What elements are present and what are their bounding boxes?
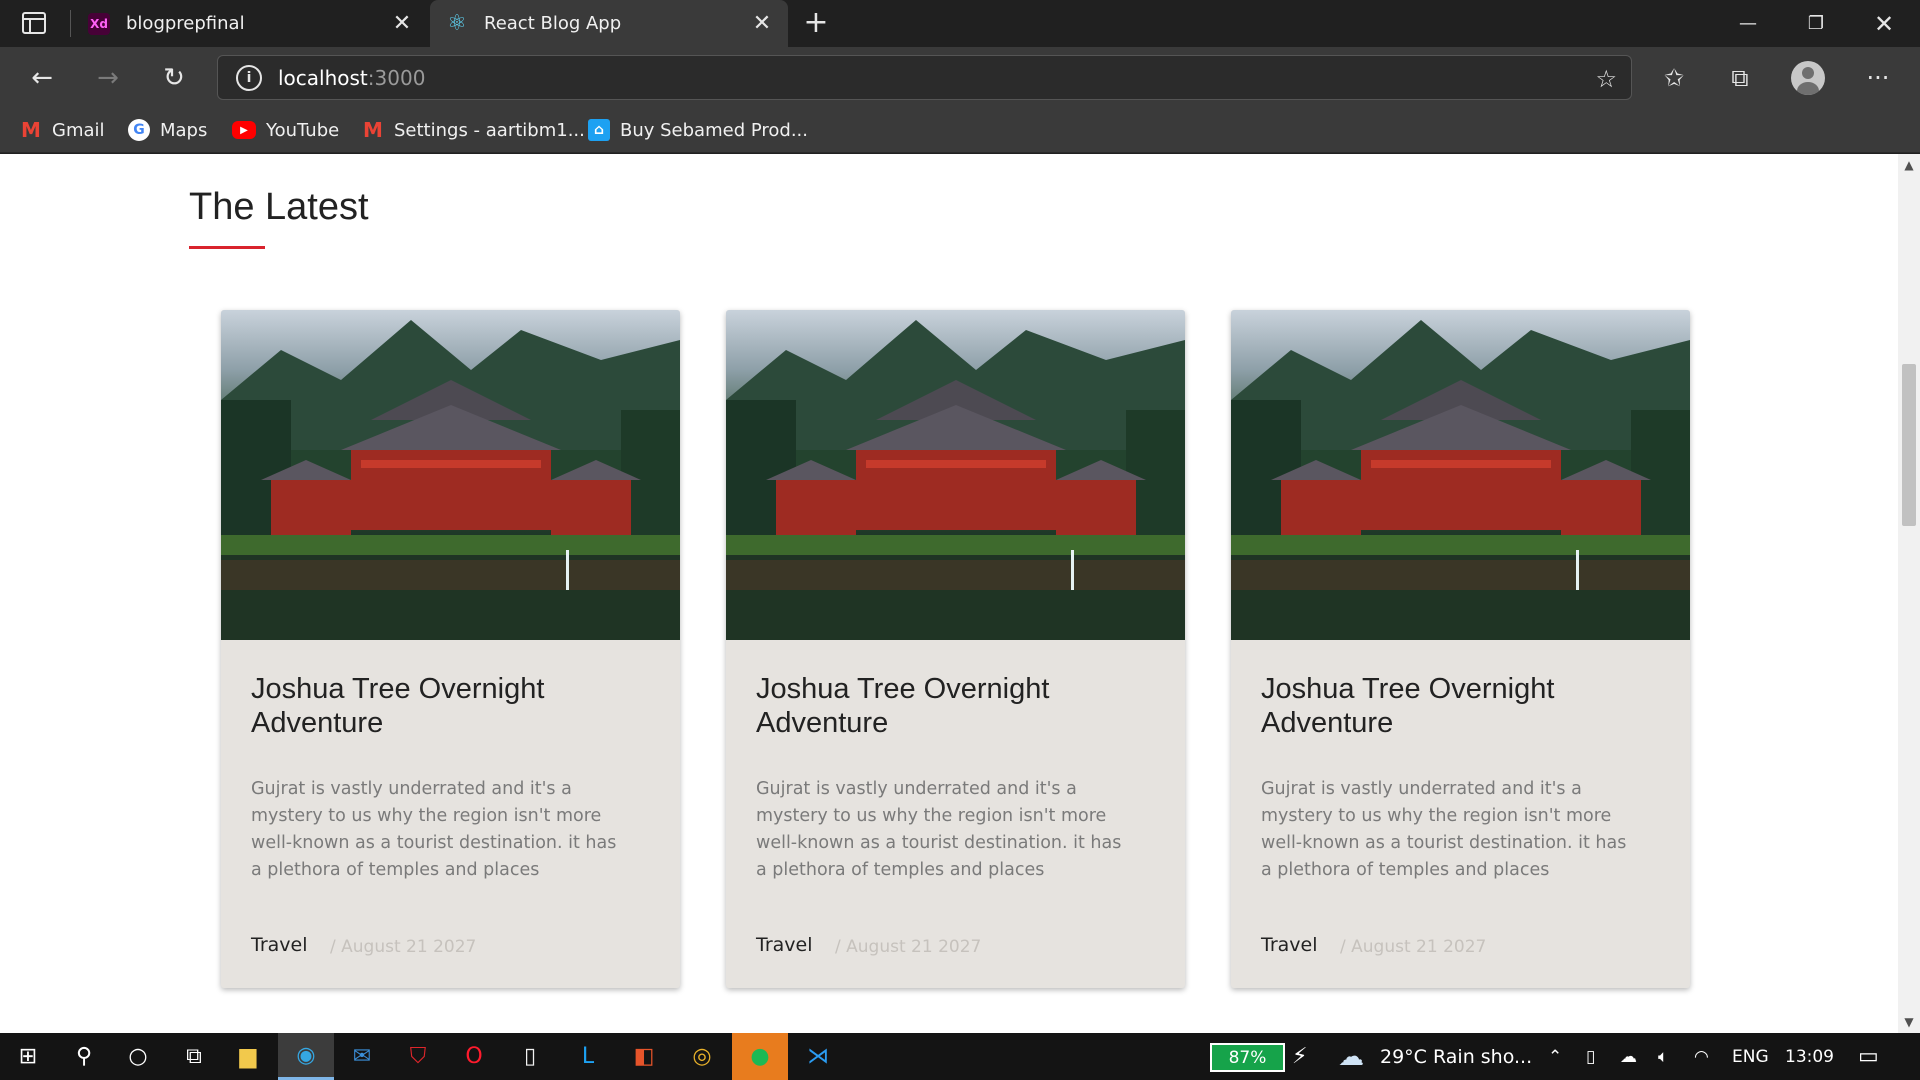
card-excerpt: Gujrat is vastly underrated and it's a m… <box>251 779 617 880</box>
windows-start-icon[interactable]: ⊞ <box>0 1033 56 1080</box>
bookmark-label: YouTube <box>266 119 340 141</box>
address-host: localhost <box>278 65 368 90</box>
notifications-icon[interactable]: ▭ <box>1858 1033 1879 1080</box>
gmail-icon: M <box>21 118 41 142</box>
title-underline <box>189 246 265 249</box>
card-excerpt: Gujrat is vastly underrated and it's a m… <box>756 779 1122 880</box>
scroll-up-icon[interactable]: ▲ <box>1898 158 1920 172</box>
add-favorite-icon[interactable]: ☆ <box>1595 65 1617 93</box>
windows-taskbar: ⊞ ⚲ ○ ⧉ ▆ ◉ ✉ ⛉ O ▯ L ◧ ◎ ● ⋊ 87% ⚡ ☁ 29… <box>0 1033 1920 1080</box>
weather-icon[interactable]: ☁ <box>1338 1033 1364 1080</box>
tab-blogprepfinal[interactable]: Xd blogprepfinal ✕ <box>72 0 428 47</box>
office-icon[interactable]: ◧ <box>616 1033 672 1080</box>
collections-icon[interactable]: ⧉ <box>1720 58 1760 98</box>
new-tab-button[interactable]: + <box>800 6 832 40</box>
card-date: / August 21 2027 <box>835 937 982 957</box>
spotify-icon[interactable]: ● <box>732 1033 788 1080</box>
bookmarks-bar: M Gmail G Maps ▶ YouTube M Settings - aa… <box>0 107 1920 153</box>
mcafee-icon[interactable]: ⛉ <box>390 1033 446 1080</box>
blog-card[interactable]: Joshua Tree Overnight Adventure Gujrat i… <box>221 310 680 988</box>
wifi-icon[interactable]: ◠ <box>1694 1033 1709 1080</box>
blog-card[interactable]: Joshua Tree Overnight Adventure Gujrat i… <box>1231 310 1690 988</box>
bookmark-label: Buy Sebamed Prod... <box>620 119 808 141</box>
notepad-icon[interactable]: ▯ <box>502 1033 558 1080</box>
info-icon[interactable]: i <box>236 64 262 91</box>
bookmark-label: Settings - aartibm1... <box>394 119 585 141</box>
favorites-icon[interactable]: ✩ <box>1654 58 1694 98</box>
bookmark-label: Maps <box>160 119 208 141</box>
profile-avatar[interactable] <box>1791 61 1825 95</box>
file-explorer-icon[interactable]: ▆ <box>220 1033 276 1080</box>
card-category[interactable]: Travel <box>756 934 812 956</box>
back-button[interactable]: ← <box>22 58 62 98</box>
vscode-icon[interactable]: ⋊ <box>790 1033 846 1080</box>
card-date: / August 21 2027 <box>1340 937 1487 957</box>
browser-toolbar: ← → ↻ i localhost :3000 ☆ ✩ ⧉ ··· <box>0 47 1920 107</box>
chrome-icon[interactable]: ◎ <box>674 1033 730 1080</box>
address-port: :3000 <box>367 65 426 90</box>
more-options-icon[interactable]: ··· <box>1858 58 1898 98</box>
bookmark-settings[interactable]: M Settings - aartibm1... <box>362 115 585 145</box>
xd-icon: Xd <box>88 12 110 35</box>
shop-icon: ⌂ <box>588 119 610 141</box>
edge-icon[interactable]: ◉ <box>278 1033 334 1080</box>
page-viewport: The Latest Joshua Tree Overnight Adventu… <box>0 154 1898 1033</box>
weather-text[interactable]: 29°C Rain sho... <box>1380 1033 1532 1080</box>
bookmark-maps[interactable]: G Maps <box>128 115 207 145</box>
onedrive-icon[interactable]: ☁ <box>1620 1033 1637 1080</box>
card-excerpt: Gujrat is vastly underrated and it's a m… <box>1261 779 1627 880</box>
scroll-down-icon[interactable]: ▼ <box>1898 1015 1920 1029</box>
chevron-up-icon[interactable]: ⌃ <box>1548 1033 1562 1080</box>
power-plug-icon: ⚡ <box>1292 1044 1308 1069</box>
tab-close-icon[interactable]: ✕ <box>388 11 416 36</box>
tab-react-blog-app[interactable]: ⚛ React Blog App ✕ <box>430 0 788 47</box>
bookmark-gmail[interactable]: M Gmail <box>20 115 105 145</box>
temple-image <box>726 310 1185 640</box>
battery-indicator[interactable]: 87% <box>1210 1043 1285 1072</box>
search-icon[interactable]: ⚲ <box>56 1033 112 1080</box>
youtube-icon: ▶ <box>232 121 256 139</box>
react-icon: ⚛ <box>447 11 467 36</box>
gmail-icon: M <box>363 118 383 142</box>
card-title[interactable]: Joshua Tree Overnight Adventure <box>756 672 1156 740</box>
card-category[interactable]: Travel <box>1261 934 1317 956</box>
opera-icon[interactable]: O <box>446 1033 502 1080</box>
mail-icon[interactable]: ✉ <box>334 1033 390 1080</box>
close-window-button[interactable]: ✕ <box>1850 0 1918 47</box>
scroll-thumb[interactable] <box>1902 364 1916 526</box>
clock[interactable]: 13:09 <box>1785 1033 1834 1080</box>
card-title[interactable]: Joshua Tree Overnight Adventure <box>251 672 651 740</box>
tab-title: blogprepfinal <box>126 13 245 34</box>
bookmark-youtube[interactable]: ▶ YouTube <box>232 115 339 145</box>
page-scrollbar[interactable]: ▲ ▼ <box>1898 154 1920 1033</box>
tab-title: React Blog App <box>484 13 622 34</box>
address-bar[interactable]: i localhost :3000 ☆ <box>217 55 1632 100</box>
card-date: / August 21 2027 <box>330 937 477 957</box>
cortana-icon[interactable]: ○ <box>110 1033 166 1080</box>
section-title: The Latest <box>189 186 369 228</box>
language-indicator[interactable]: ENG <box>1732 1033 1769 1080</box>
card-title[interactable]: Joshua Tree Overnight Adventure <box>1261 672 1661 740</box>
tab-actions-icon[interactable] <box>22 12 46 34</box>
refresh-button[interactable]: ↻ <box>154 58 194 98</box>
bookmark-buy-sebamed[interactable]: ⌂ Buy Sebamed Prod... <box>588 115 808 145</box>
restore-button[interactable]: ❐ <box>1782 0 1850 47</box>
device-icon[interactable]: ▯ <box>1586 1033 1595 1080</box>
launcher-icon[interactable]: L <box>560 1033 616 1080</box>
tab-separator <box>70 10 71 37</box>
minimize-button[interactable]: — <box>1714 0 1782 47</box>
google-icon: G <box>128 119 150 141</box>
blog-card[interactable]: Joshua Tree Overnight Adventure Gujrat i… <box>726 310 1185 988</box>
volume-icon[interactable]: 🔈︎ <box>1658 1033 1668 1080</box>
bookmark-label: Gmail <box>52 119 105 141</box>
card-category[interactable]: Travel <box>251 934 307 956</box>
browser-titlebar: Xd blogprepfinal ✕ ⚛ React Blog App ✕ + … <box>0 0 1920 47</box>
tab-close-icon[interactable]: ✕ <box>748 11 776 36</box>
temple-image <box>1231 310 1690 640</box>
temple-image <box>221 310 680 640</box>
task-view-icon[interactable]: ⧉ <box>166 1033 222 1080</box>
forward-button[interactable]: → <box>88 58 128 98</box>
